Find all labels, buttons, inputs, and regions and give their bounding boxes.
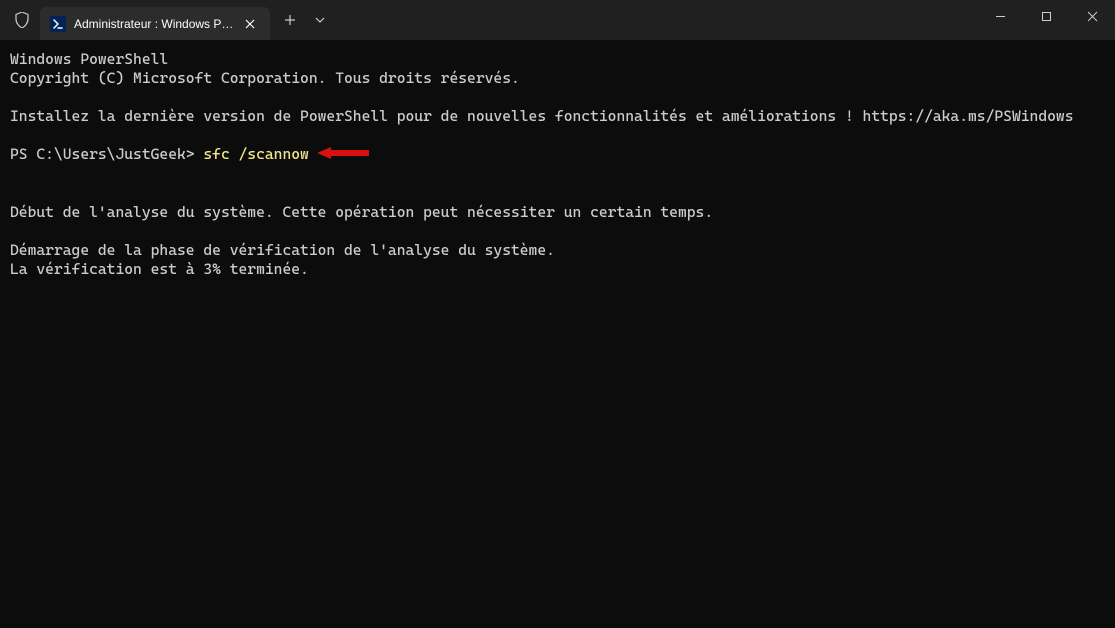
- command: sfc /scannow: [203, 145, 308, 163]
- minimize-button[interactable]: [977, 0, 1023, 32]
- titlebar-left: Administrateur : Windows Pow: [0, 0, 334, 40]
- tab-close-button[interactable]: [242, 16, 258, 32]
- terminal-content[interactable]: Windows PowerShell Copyright (C) Microso…: [0, 40, 1115, 628]
- prompt: PS C:\Users\JustGeek>: [10, 145, 203, 163]
- tab-title: Administrateur : Windows Pow: [74, 17, 234, 31]
- titlebar: Administrateur : Windows Pow: [0, 0, 1115, 40]
- terminal-line: Installez la dernière version de PowerSh…: [10, 107, 1073, 125]
- terminal-line: La vérification est à 3% terminée.: [10, 260, 309, 278]
- tab-powershell[interactable]: Administrateur : Windows Pow: [40, 7, 270, 40]
- prompt-line: PS C:\Users\JustGeek> sfc /scannow: [10, 145, 1105, 165]
- shield-icon: [14, 12, 30, 28]
- arrow-annotation-icon: [317, 146, 369, 165]
- close-window-button[interactable]: [1069, 0, 1115, 32]
- terminal-line: Début de l'analyse du système. Cette opé…: [10, 203, 713, 221]
- terminal-line: Copyright (C) Microsoft Corporation. Tou…: [10, 69, 520, 87]
- powershell-icon: [50, 16, 66, 32]
- maximize-button[interactable]: [1023, 0, 1069, 32]
- window-controls: [977, 0, 1115, 40]
- terminal-line: Démarrage de la phase de vérification de…: [10, 241, 555, 259]
- tab-dropdown-button[interactable]: [306, 4, 334, 36]
- new-tab-button[interactable]: [274, 4, 306, 36]
- terminal-line: Windows PowerShell: [10, 50, 168, 68]
